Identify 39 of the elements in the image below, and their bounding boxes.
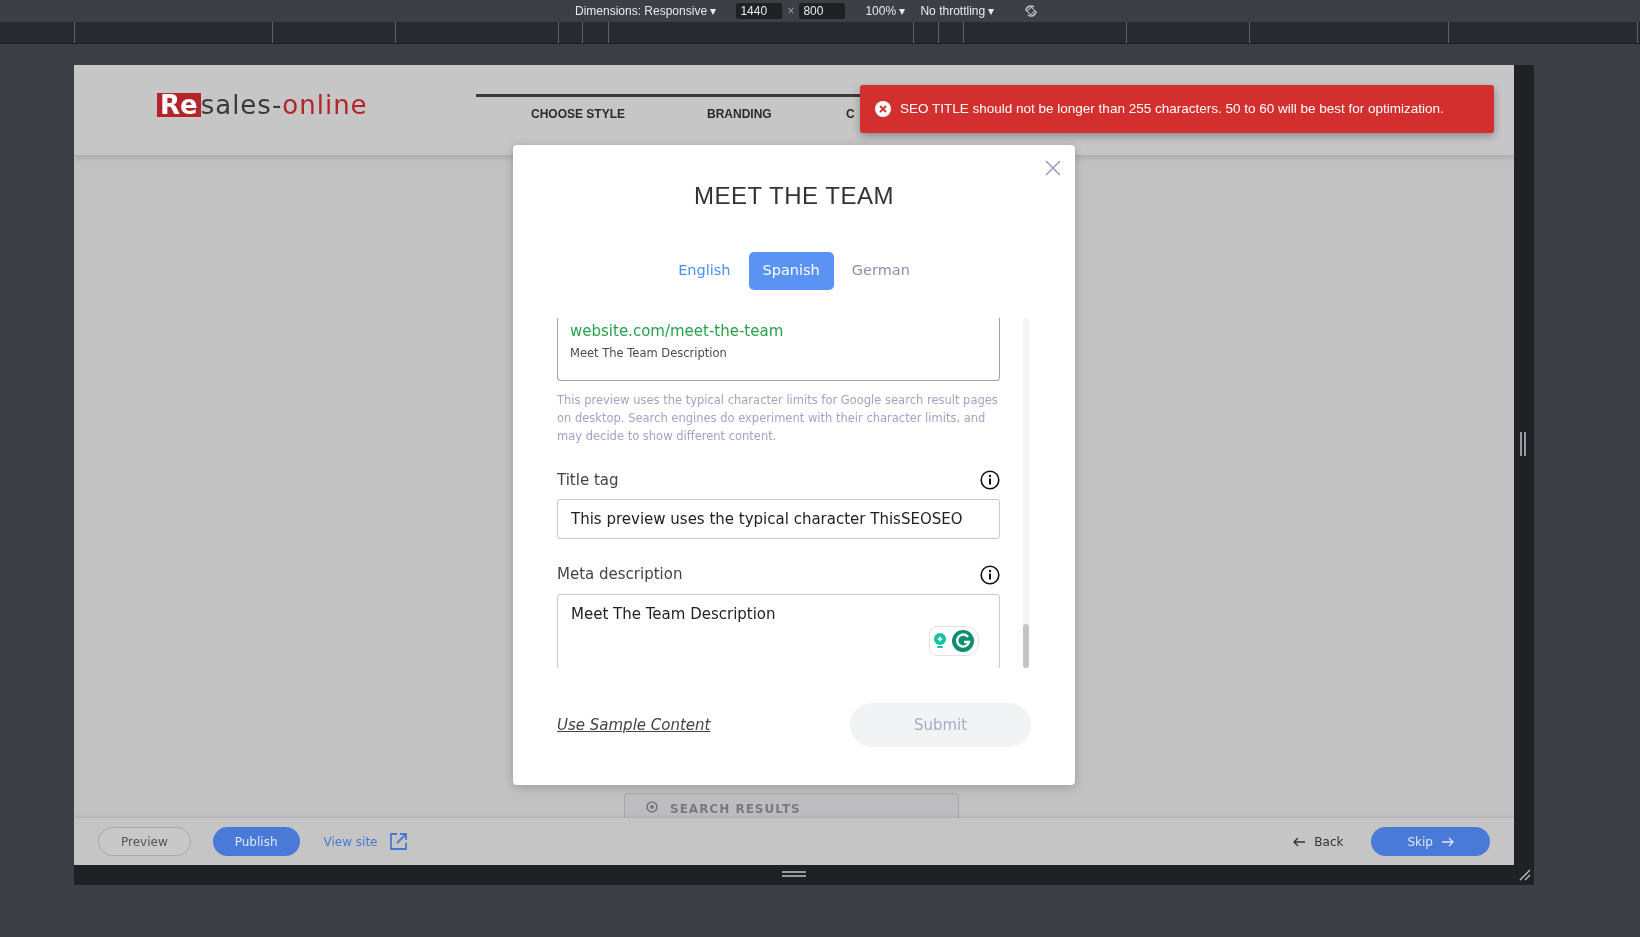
close-icon[interactable]: [1045, 160, 1061, 176]
step-label[interactable]: BRANDING: [707, 105, 772, 123]
assistant-logo-icon[interactable]: [951, 628, 975, 653]
section-title: SEARCH RESULTS: [670, 801, 801, 818]
logo-mark: Re: [157, 93, 201, 117]
field-label: Title tag: [557, 469, 619, 491]
info-icon[interactable]: [980, 470, 1000, 490]
back-button[interactable]: Back: [1287, 831, 1350, 852]
resize-handle[interactable]: [782, 870, 806, 878]
error-message: SEO TITLE should not be longer than 255 characters. 50 to 60 will be best for optimization.: [900, 99, 1444, 118]
external-link-icon[interactable]: [389, 832, 409, 851]
step-label[interactable]: CHOOSE STYLE: [531, 105, 625, 123]
gear-icon: [644, 799, 660, 815]
help-text: This preview uses the typical character limits for Google search result pages on desktop. Search engines do experiment with their character limits, and may decide to show different content.: [557, 391, 999, 445]
info-icon[interactable]: [980, 564, 1000, 585]
dialog-title: MEET THE TEAM: [694, 182, 894, 209]
arrow-left-icon: [1293, 836, 1307, 847]
step-label[interactable]: C: [846, 105, 855, 123]
times-sign: ×: [787, 3, 795, 20]
preview-description: Meet The Team Description: [570, 344, 728, 362]
throttling-dropdown[interactable]: No throttling ▾: [920, 2, 995, 20]
scrollbar-thumb[interactable]: [1023, 624, 1029, 668]
rotate-icon[interactable]: [1022, 3, 1039, 19]
preview-url: website.com/meet-the-team: [570, 321, 785, 342]
resize-handle[interactable]: [1520, 432, 1526, 456]
zoom-dropdown[interactable]: 100% ▾: [865, 2, 906, 20]
preview-button[interactable]: Preview: [98, 827, 191, 856]
dimensions-dropdown[interactable]: Dimensions: Responsive ▾: [575, 2, 717, 20]
logo-text: online: [282, 93, 368, 117]
error-icon: [874, 100, 892, 118]
height-field[interactable]: 800: [799, 3, 846, 19]
arrow-right-icon: [1441, 836, 1454, 847]
text-input[interactable]: This preview uses the typical character ThisSEOSEO: [557, 499, 1000, 540]
logo-text: sales-: [200, 93, 283, 117]
field-label: Meta description: [557, 564, 683, 586]
width-field[interactable]: 1440: [736, 3, 783, 19]
corner-resize-icon[interactable]: [1518, 868, 1532, 882]
text-area[interactable]: Meet The Team Description: [557, 593, 1000, 668]
sample-content-link[interactable]: Use Sample Content: [557, 714, 711, 737]
